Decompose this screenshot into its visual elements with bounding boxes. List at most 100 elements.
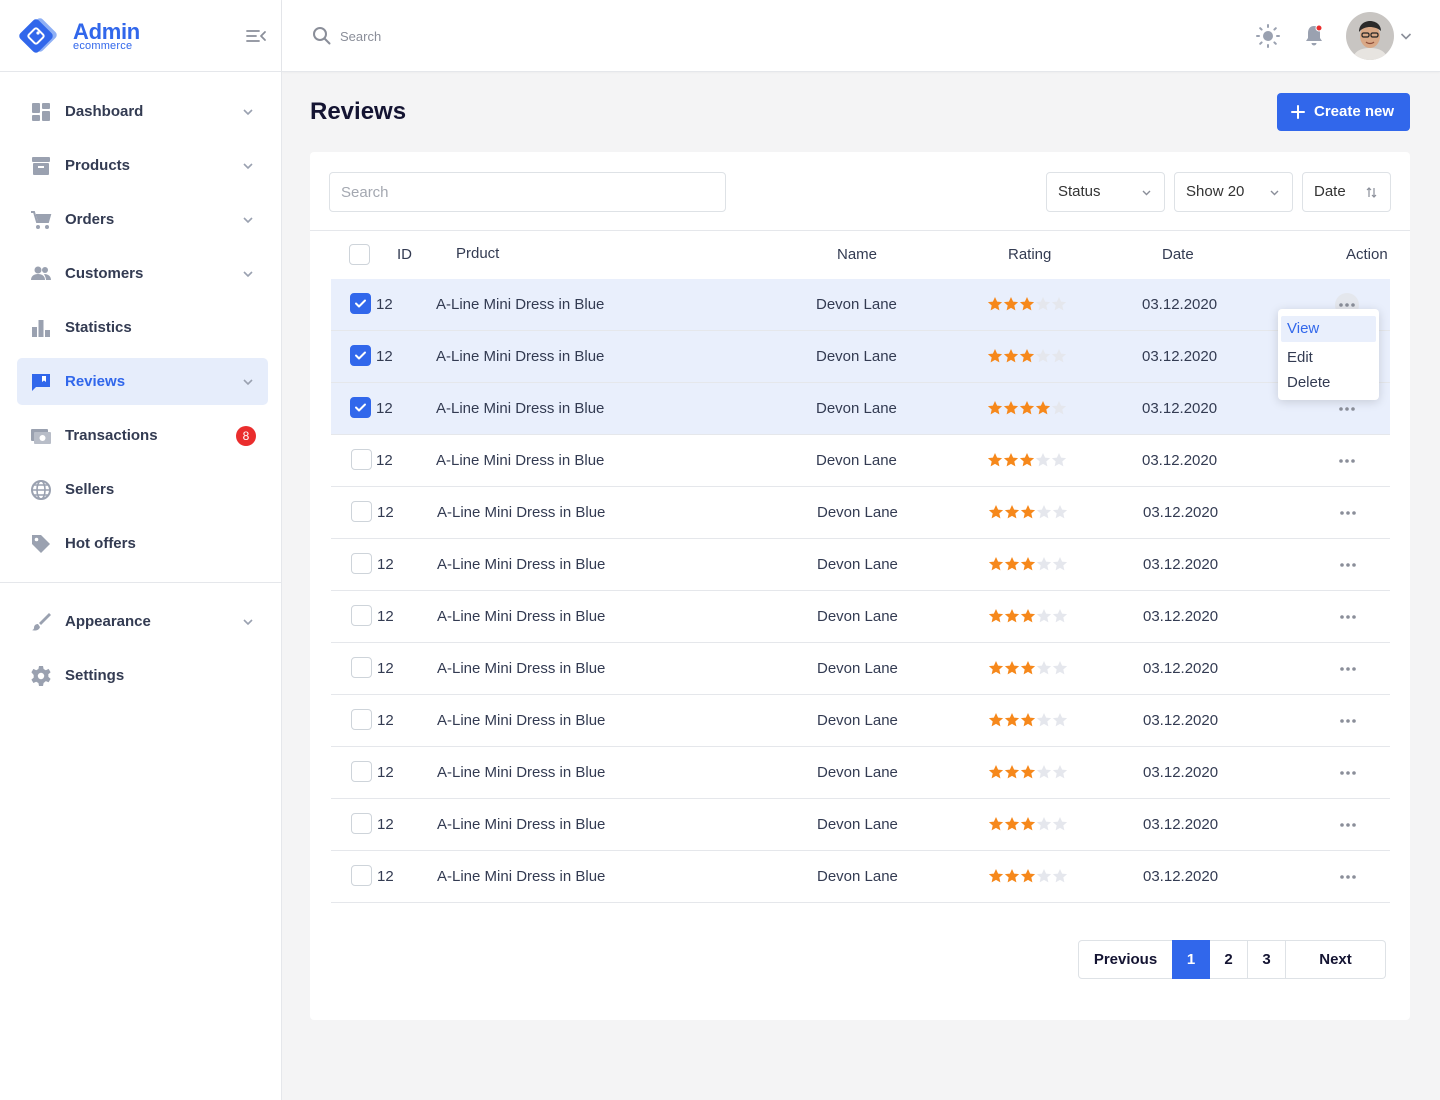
sidebar-item-customers[interactable]: Customers <box>17 250 268 297</box>
rating-stars <box>988 868 1068 884</box>
table-row[interactable]: 12 A-Line Mini Dress in Blue Devon Lane 03.… <box>331 695 1390 747</box>
star-filled-icon <box>988 557 1004 571</box>
row-actions-menu-button[interactable] <box>1335 397 1359 421</box>
sidebar-item-products[interactable]: Products <box>17 142 268 189</box>
date-sort-select[interactable]: Date <box>1302 172 1391 212</box>
action-view[interactable]: View <box>1281 316 1376 342</box>
sidebar-item-dashboard[interactable]: Dashboard <box>17 88 268 135</box>
row-actions-menu-button[interactable] <box>1336 865 1360 889</box>
star-filled-icon <box>1004 609 1020 623</box>
row-checkbox[interactable] <box>351 553 372 574</box>
sidebar-item-orders[interactable]: Orders <box>17 196 268 243</box>
row-actions-menu-button[interactable] <box>1336 657 1360 681</box>
table-row[interactable]: 12 A-Line Mini Dress in Blue Devon Lane 03.… <box>331 487 1390 539</box>
show-count-select[interactable]: Show 20 <box>1174 172 1293 212</box>
table-row[interactable]: 12 A-Line Mini Dress in Blue Devon Lane 03.… <box>331 383 1390 435</box>
row-action-menu: View Edit Delete <box>1278 309 1379 400</box>
star-empty-icon <box>1052 713 1068 727</box>
row-id: 12 <box>377 556 394 573</box>
sidebar-item-sellers[interactable]: Sellers <box>17 466 268 513</box>
pagination-previous[interactable]: Previous <box>1078 940 1173 979</box>
column-header-product[interactable]: Prduct <box>456 245 499 262</box>
row-actions-menu-button[interactable] <box>1336 605 1360 629</box>
star-empty-icon <box>1036 557 1052 571</box>
chevron-down-icon <box>243 163 253 170</box>
row-checkbox[interactable] <box>351 709 372 730</box>
star-empty-icon <box>1036 869 1052 883</box>
table-row[interactable]: 12 A-Line Mini Dress in Blue Devon Lane 03.… <box>331 799 1390 851</box>
create-new-button[interactable]: Create new <box>1277 93 1410 131</box>
star-filled-icon <box>1020 557 1036 571</box>
row-checkbox[interactable] <box>351 761 372 782</box>
select-all-checkbox[interactable] <box>349 244 370 265</box>
row-checkbox[interactable] <box>350 345 371 366</box>
table-row[interactable]: 12 A-Line Mini Dress in Blue Devon Lane 03.… <box>331 331 1390 383</box>
row-checkbox[interactable] <box>351 813 372 834</box>
row-date: 03.12.2020 <box>1143 504 1219 521</box>
sidebar-item-label: Appearance <box>65 613 151 630</box>
sidebar-item-statistics[interactable]: Statistics <box>17 304 268 351</box>
row-actions-menu-button[interactable] <box>1335 449 1359 473</box>
sidebar-item-hot-offers[interactable]: Hot offers <box>17 520 268 567</box>
reviews-search-input[interactable] <box>329 172 726 212</box>
row-checkbox[interactable] <box>351 605 372 626</box>
globe-icon <box>31 480 51 500</box>
sidebar-item-label: Settings <box>65 667 125 684</box>
row-customer-name: Devon Lane <box>817 712 898 729</box>
table-row[interactable]: 12 A-Line Mini Dress in Blue Devon Lane 03.… <box>331 643 1390 695</box>
chevron-down-icon[interactable] <box>1400 30 1412 42</box>
notifications-bell-icon[interactable] <box>1303 24 1325 48</box>
column-header-id[interactable]: ID <box>397 246 412 263</box>
pagination-page-2[interactable]: 2 <box>1210 940 1248 979</box>
table-row[interactable]: 12 A-Line Mini Dress in Blue Devon Lane 03.… <box>331 435 1390 487</box>
row-product: A-Line Mini Dress in Blue <box>437 868 606 885</box>
star-filled-icon <box>1003 401 1019 415</box>
star-filled-icon <box>1003 349 1019 363</box>
row-checkbox[interactable] <box>351 501 372 522</box>
sidebar-item-appearance[interactable]: Appearance <box>17 598 268 645</box>
star-filled-icon <box>1004 713 1020 727</box>
logo-icon[interactable] <box>18 16 58 56</box>
row-checkbox[interactable] <box>351 449 372 470</box>
sidebar-item-reviews[interactable]: Reviews <box>17 358 268 405</box>
sidebar-item-settings[interactable]: Settings <box>17 652 268 699</box>
column-header-date[interactable]: Date <box>1162 246 1194 263</box>
row-product: A-Line Mini Dress in Blue <box>436 296 605 313</box>
pagination-next[interactable]: Next <box>1286 940 1386 979</box>
row-actions-menu-button[interactable] <box>1336 709 1360 733</box>
pagination-page-3[interactable]: 3 <box>1248 940 1286 979</box>
row-id: 12 <box>377 816 394 833</box>
row-date: 03.12.2020 <box>1143 660 1219 677</box>
date-sort-value: Date <box>1314 183 1346 200</box>
table-row[interactable]: 12 A-Line Mini Dress in Blue Devon Lane 03.… <box>331 539 1390 591</box>
row-actions-menu-button[interactable] <box>1336 761 1360 785</box>
row-checkbox[interactable] <box>351 657 372 678</box>
row-customer-name: Devon Lane <box>816 400 897 417</box>
row-checkbox[interactable] <box>350 293 371 314</box>
user-avatar[interactable] <box>1346 12 1394 60</box>
column-header-rating[interactable]: Rating <box>1008 246 1051 263</box>
table-row[interactable]: 12 A-Line Mini Dress in Blue Devon Lane 03.… <box>331 747 1390 799</box>
card-header-divider <box>310 230 1410 231</box>
row-actions-menu-button[interactable] <box>1336 813 1360 837</box>
theme-toggle-icon[interactable] <box>1256 24 1280 48</box>
sidebar-item-transactions[interactable]: Transactions 8 <box>17 412 268 459</box>
collapse-sidebar-icon[interactable] <box>245 26 267 46</box>
table-row[interactable]: 12 A-Line Mini Dress in Blue Devon Lane 03.… <box>331 279 1390 331</box>
row-date: 03.12.2020 <box>1143 816 1219 833</box>
dashboard-icon <box>32 103 50 121</box>
row-actions-menu-button[interactable] <box>1336 501 1360 525</box>
action-edit[interactable]: Edit <box>1281 345 1376 371</box>
chevron-down-icon <box>243 271 253 278</box>
row-checkbox[interactable] <box>350 397 371 418</box>
action-delete[interactable]: Delete <box>1281 370 1376 396</box>
table-row[interactable]: 12 A-Line Mini Dress in Blue Devon Lane 03.… <box>331 591 1390 643</box>
sidebar-item-label: Orders <box>65 211 115 228</box>
status-select[interactable]: Status <box>1046 172 1165 212</box>
global-search-input[interactable] <box>340 24 740 48</box>
column-header-name[interactable]: Name <box>837 246 877 263</box>
table-row[interactable]: 12 A-Line Mini Dress in Blue Devon Lane 03.… <box>331 851 1390 903</box>
row-actions-menu-button[interactable] <box>1336 553 1360 577</box>
row-checkbox[interactable] <box>351 865 372 886</box>
pagination-page-1[interactable]: 1 <box>1172 940 1210 979</box>
